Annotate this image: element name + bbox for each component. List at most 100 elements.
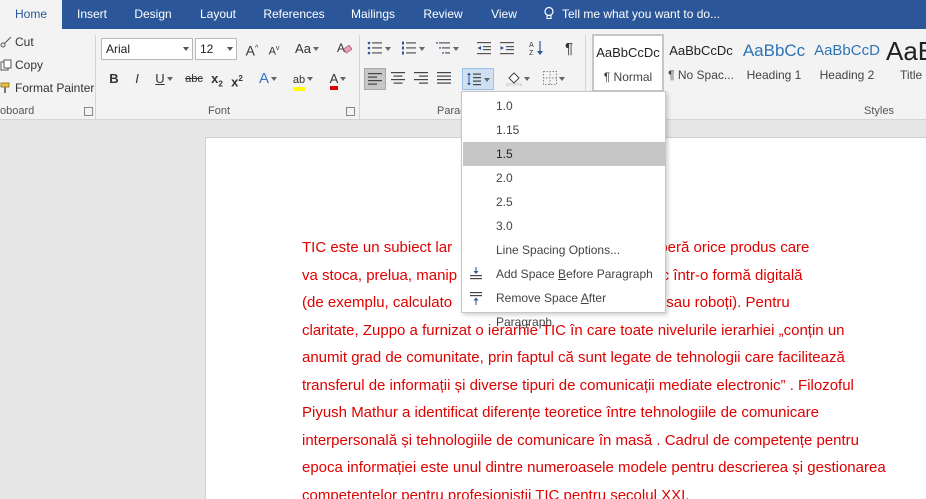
spacing-option-2-0[interactable]: 2.0 — [463, 166, 665, 190]
remove-space-after-item[interactable]: Remove Space After Paragraph — [463, 286, 665, 329]
style-heading-2[interactable]: AaBbCcD Heading 2 — [811, 34, 883, 92]
styles-group-label: Styles — [864, 105, 894, 117]
justify-icon — [437, 72, 451, 84]
change-case-button[interactable]: Aa — [291, 38, 323, 60]
font-size-combo[interactable]: 12 — [195, 38, 237, 60]
text-segment: (de exemplu, calculato — [302, 294, 453, 311]
change-case-icon: Aa — [295, 41, 311, 56]
chevron-down-icon — [227, 47, 233, 51]
align-left-icon — [368, 73, 382, 85]
style-no-spacing[interactable]: AaBbCcDc ¶ No Spac... — [665, 34, 737, 92]
clipboard-dialog-launcher-icon[interactable] — [84, 107, 93, 116]
tab-insert[interactable]: Insert — [62, 0, 122, 29]
strikethrough-button[interactable]: abc — [181, 68, 207, 90]
add-space-before-item[interactable]: Add Space Before Paragraph — [463, 262, 665, 286]
increase-indent-icon — [500, 42, 514, 55]
tell-me-text: Tell me what you want to do... — [562, 7, 721, 21]
underline-icon: U — [155, 71, 165, 86]
chevron-down-icon — [183, 47, 189, 51]
italic-button[interactable]: I — [126, 68, 148, 90]
tab-layout[interactable]: Layout — [184, 0, 252, 29]
increase-indent-button[interactable] — [497, 38, 517, 60]
underline-button[interactable]: U — [149, 68, 179, 90]
numbering-button[interactable] — [398, 38, 428, 60]
shading-button[interactable] — [503, 68, 533, 90]
chevron-down-icon — [453, 47, 459, 51]
cut-button[interactable]: Cut — [0, 33, 34, 51]
style-name: ¶ Normal — [603, 70, 653, 84]
text-effects-icon: A — [258, 70, 269, 87]
text-segment: Piyush Mathur a identificat diferențe te… — [302, 404, 819, 421]
shrink-font-icon: A — [268, 45, 276, 58]
copy-label: Copy — [15, 58, 44, 72]
tell-me-box[interactable]: Tell me what you want to do... — [542, 0, 720, 29]
decrease-indent-button[interactable] — [474, 38, 494, 60]
font-name-combo[interactable]: Arial — [101, 38, 193, 60]
sort-button[interactable]: A Z — [526, 38, 548, 60]
text-effects-button[interactable]: A — [252, 68, 284, 90]
align-left-button[interactable] — [364, 68, 386, 90]
font-color-button[interactable]: A — [322, 68, 354, 90]
copy-button[interactable]: Copy — [0, 56, 43, 74]
shrink-font-button[interactable]: Av — [264, 38, 284, 60]
chevron-down-icon — [166, 77, 173, 81]
spacing-option-2-5[interactable]: 2.5 — [463, 190, 665, 214]
text-segment: TIC este un subiect lar — [302, 239, 453, 256]
svg-text:Z: Z — [529, 50, 534, 56]
style-title[interactable]: AaB Title — [884, 34, 926, 92]
text-line: Piyush Mathur a identificat diferențe te… — [302, 399, 926, 427]
format-painter-button[interactable]: Format Painter — [0, 79, 94, 97]
eraser-icon: A — [337, 41, 353, 55]
spacing-option-3-0[interactable]: 3.0 — [463, 214, 665, 238]
ribbon-tab-bar: Home Insert Design Layout References Mai… — [0, 0, 926, 29]
chevron-down-icon — [484, 78, 490, 82]
clear-formatting-button[interactable]: A — [333, 38, 355, 60]
font-color-icon: A — [329, 72, 339, 90]
remove-space-after-pre: Remove Space — [496, 291, 581, 305]
spacing-option-1-0[interactable]: 1.0 — [463, 94, 665, 118]
tab-mailings[interactable]: Mailings — [336, 0, 410, 29]
align-center-button[interactable] — [387, 68, 409, 90]
style-preview: AaB — [886, 36, 926, 66]
italic-icon: I — [135, 71, 139, 86]
bold-button[interactable]: B — [103, 68, 125, 90]
decrease-indent-icon — [477, 42, 491, 55]
multilevel-list-button[interactable] — [432, 38, 462, 60]
subscript-button[interactable]: x2 — [207, 68, 227, 90]
chevron-down-icon — [559, 77, 565, 81]
style-heading-1[interactable]: AaBbCc Heading 1 — [738, 34, 810, 92]
text-line: competențelor pentru profesioniștii TIC … — [302, 482, 926, 499]
tab-home[interactable]: Home — [0, 0, 62, 29]
bullets-button[interactable] — [364, 38, 394, 60]
font-size-value: 12 — [200, 42, 214, 56]
borders-icon — [543, 71, 557, 85]
style-preview: AaBbCc — [742, 41, 806, 60]
borders-button[interactable] — [538, 68, 570, 90]
tab-review[interactable]: Review — [410, 0, 476, 29]
paintbrush-icon — [0, 82, 10, 93]
grow-font-button[interactable]: A^ — [242, 38, 262, 60]
chevron-down-icon — [419, 47, 425, 51]
text-line: claritate, Zuppo a furnizat o ierarhie T… — [302, 317, 926, 345]
show-formatting-button[interactable]: ¶ — [558, 38, 580, 60]
text-line: interpersonală și tehnologiile de comuni… — [302, 427, 926, 455]
tab-design[interactable]: Design — [122, 0, 184, 29]
font-dialog-launcher-icon[interactable] — [346, 107, 355, 116]
superscript-button[interactable]: x2 — [227, 68, 247, 90]
numbering-icon — [402, 41, 416, 55]
svg-text:A: A — [337, 41, 345, 55]
highlight-color-button[interactable]: ab — [286, 68, 320, 91]
line-spacing-options-item[interactable]: Line Spacing Options... — [463, 238, 665, 262]
spacing-option-1-5[interactable]: 1.5 — [463, 142, 665, 166]
spacing-option-1-15[interactable]: 1.15 — [463, 118, 665, 142]
justify-button[interactable] — [433, 68, 455, 90]
text-line: epoca informației este unul dintre numer… — [302, 454, 926, 482]
align-right-button[interactable] — [410, 68, 432, 90]
line-spacing-button[interactable] — [462, 68, 494, 90]
style-name: Heading 2 — [819, 68, 875, 82]
tab-references[interactable]: References — [252, 0, 336, 29]
line-spacing-icon — [467, 72, 481, 86]
style-normal[interactable]: AaBbCcDc ¶ Normal — [592, 34, 664, 92]
strikethrough-icon: abc — [185, 73, 203, 85]
tab-view[interactable]: View — [476, 0, 532, 29]
